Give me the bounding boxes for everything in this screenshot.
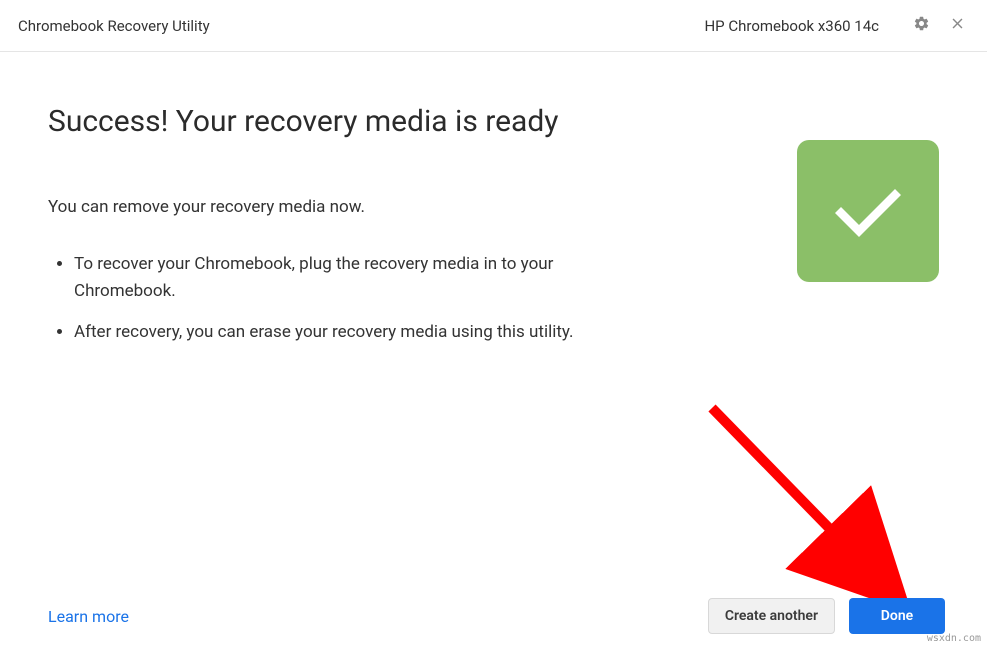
device-name: HP Chromebook x360 14c bbox=[704, 17, 879, 35]
content-area: Success! Your recovery media is ready Yo… bbox=[0, 52, 987, 346]
checkmark-icon bbox=[835, 181, 901, 241]
success-tile bbox=[797, 140, 939, 282]
create-another-button[interactable]: Create another bbox=[708, 598, 835, 634]
instruction-item: To recover your Chromebook, plug the rec… bbox=[74, 251, 628, 305]
app-title: Chromebook Recovery Utility bbox=[18, 17, 210, 35]
close-icon bbox=[949, 15, 966, 36]
footer: Learn more Create another Done bbox=[0, 598, 987, 634]
instruction-item: After recovery, you can erase your recov… bbox=[74, 319, 628, 346]
learn-more-link[interactable]: Learn more bbox=[48, 607, 129, 626]
done-button[interactable]: Done bbox=[849, 598, 945, 634]
settings-button[interactable] bbox=[909, 14, 933, 38]
annotation-arrow bbox=[700, 400, 910, 600]
app-header: Chromebook Recovery Utility HP Chromeboo… bbox=[0, 0, 987, 52]
instructions-list: To recover your Chromebook, plug the rec… bbox=[48, 251, 628, 347]
gear-icon bbox=[913, 15, 930, 36]
close-button[interactable] bbox=[945, 14, 969, 38]
page-title: Success! Your recovery media is ready bbox=[48, 104, 939, 139]
attribution-text: wsxdn.com bbox=[927, 633, 981, 644]
subtitle: You can remove your recovery media now. bbox=[48, 195, 648, 221]
